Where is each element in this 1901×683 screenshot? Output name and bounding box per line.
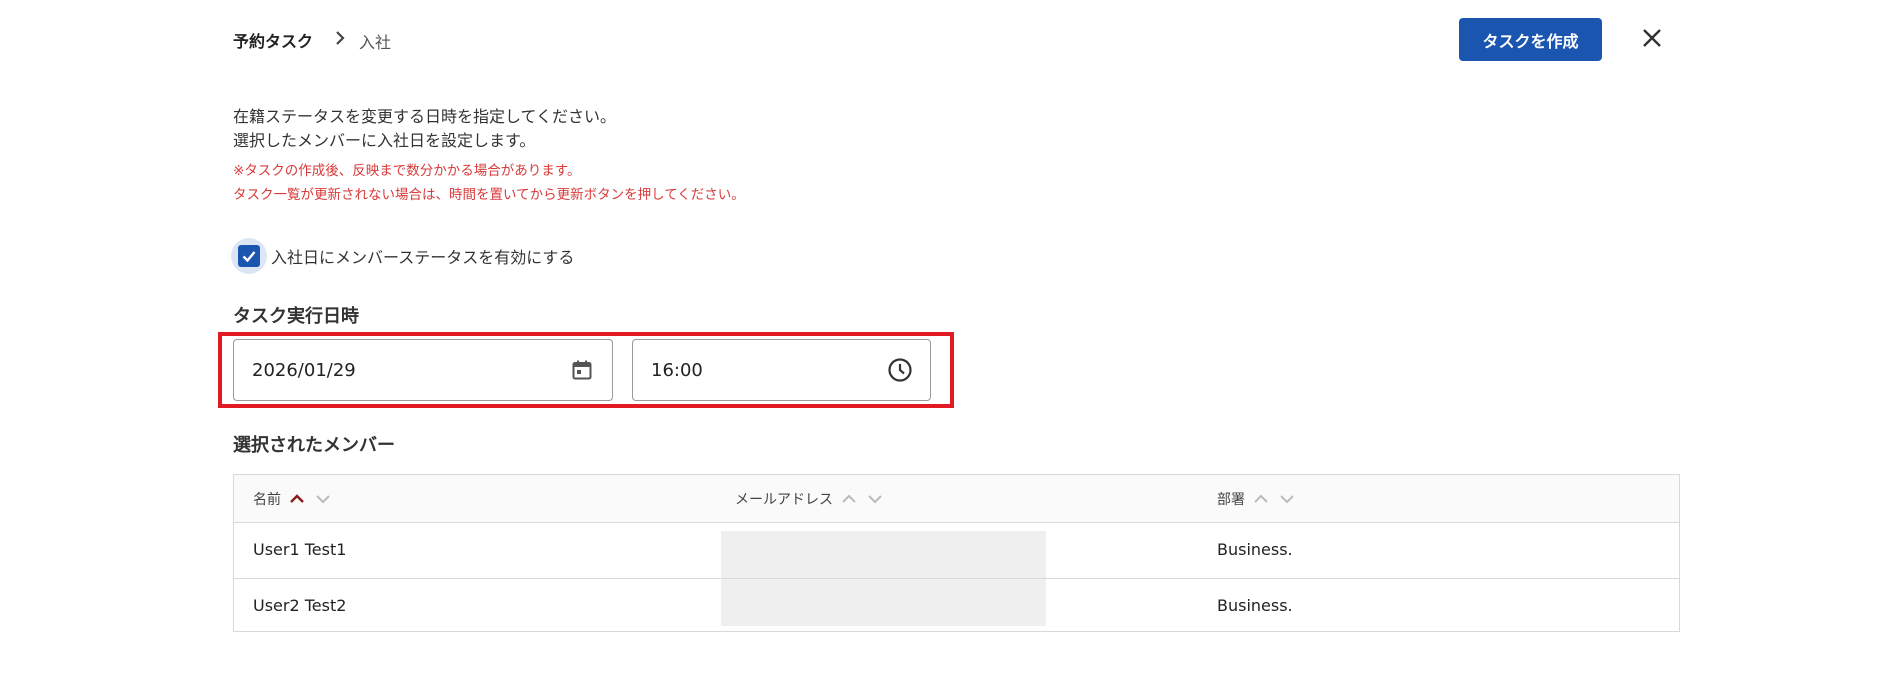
create-task-button[interactable]: タスクを作成 [1459, 18, 1602, 61]
sort-ascending-active-icon[interactable] [287, 491, 307, 507]
column-header-label: 部署 [1217, 492, 1245, 508]
member-department: Business. [1217, 596, 1293, 615]
table-row: User2 Test2 Business. [234, 579, 1679, 634]
column-header-department[interactable]: 部署 [1217, 489, 1297, 509]
chevron-right-icon [333, 28, 347, 48]
date-input[interactable] [234, 358, 568, 382]
column-header-label: 名前 [253, 492, 281, 508]
warning-line-2: タスク一覧が更新されない場合は、時間を置いてから更新ボタンを押してください。 [233, 187, 745, 203]
member-department: Business. [1217, 540, 1293, 559]
clock-icon[interactable] [886, 356, 914, 384]
sort-descending-icon[interactable] [865, 491, 885, 507]
redacted-email [721, 531, 1046, 578]
warning-line-1: ※タスクの作成後、反映まで数分かかる場合があります。 [233, 163, 581, 179]
members-table: 名前 メールアドレス 部署 User1 Test1 Business. User… [233, 474, 1680, 632]
time-input[interactable] [633, 358, 886, 382]
member-name: User1 Test1 [253, 540, 347, 559]
sort-descending-icon[interactable] [313, 491, 333, 507]
breadcrumb-root[interactable]: 予約タスク [233, 28, 313, 52]
member-name: User2 Test2 [253, 596, 347, 615]
checkbox-label[interactable]: 入社日にメンバーステータスを有効にする [271, 244, 574, 268]
sort-ascending-icon[interactable] [1251, 491, 1271, 507]
description-line-2: 選択したメンバーに入社日を設定します。 [233, 131, 536, 150]
table-row: User1 Test1 Business. [234, 523, 1679, 579]
sort-ascending-icon[interactable] [839, 491, 859, 507]
time-field[interactable] [632, 339, 931, 401]
schedule-section-title: タスク実行日時 [233, 306, 359, 327]
close-icon[interactable] [1638, 24, 1666, 52]
check-icon [242, 251, 256, 263]
table-header: 名前 メールアドレス 部署 [234, 475, 1679, 523]
column-header-name[interactable]: 名前 [253, 489, 333, 509]
redacted-email [721, 579, 1046, 626]
sort-descending-icon[interactable] [1277, 491, 1297, 507]
date-field[interactable] [233, 339, 613, 401]
column-header-label: メールアドレス [735, 492, 833, 508]
activate-status-checkbox[interactable] [238, 245, 260, 267]
members-section-title: 選択されたメンバー [233, 435, 395, 456]
breadcrumb-current: 入社 [359, 33, 392, 52]
column-header-email[interactable]: メールアドレス [735, 489, 885, 509]
description-line-1: 在籍ステータスを変更する日時を指定してください。 [233, 107, 617, 126]
calendar-icon[interactable] [568, 356, 596, 384]
